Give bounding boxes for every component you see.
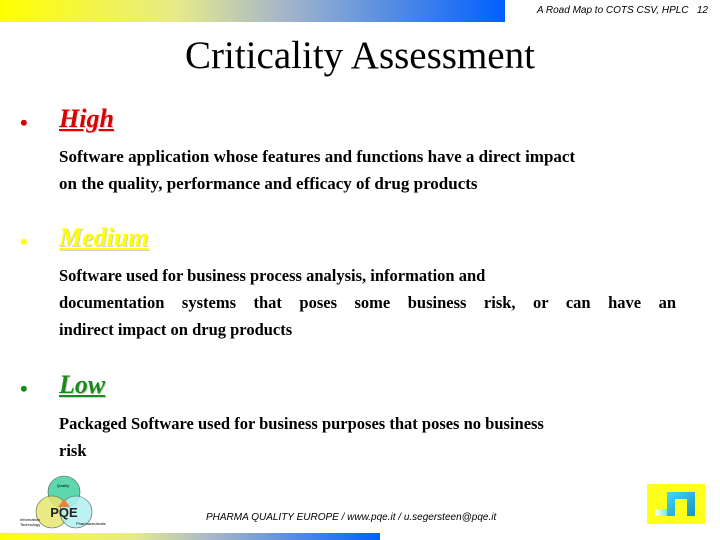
page-number: 12 (696, 5, 708, 16)
bottom-gradient-bar (0, 533, 380, 540)
venn-logo-icon: Quality PQE Information Technology Pharm… (20, 475, 106, 529)
brand-logo-icon (647, 484, 705, 524)
logo-label-pharma: Pharmaceuticals (76, 521, 106, 526)
bullet: • (20, 376, 28, 401)
footer-contact: PHARMA QUALITY EUROPE / www.pqe.it / u.s… (206, 512, 497, 523)
description-line: risk (59, 441, 87, 460)
bullet: • (20, 110, 28, 135)
description-high: Software application whose features and … (59, 143, 679, 197)
running-title: A Road Map to COTS CSV, HPLC (536, 5, 689, 16)
bullet: • (20, 229, 28, 254)
description-line: documentation systems that poses some bu… (59, 293, 676, 312)
description-line: Software application whose features and … (59, 147, 576, 166)
slide-title: Criticality Assessment (185, 34, 535, 77)
svg-text:Technology: Technology (20, 522, 40, 527)
pqe-logo: Quality PQE Information Technology Pharm… (14, 475, 124, 535)
top-gradient-bar (0, 0, 505, 22)
heading-medium: Medium (59, 223, 149, 252)
description-line: Packaged Software used for business purp… (59, 414, 544, 433)
heading-high: High (59, 104, 114, 133)
logo-label-quality: Quality (57, 483, 69, 488)
description-low: Packaged Software used for business purp… (59, 410, 679, 464)
heading-low: Low (59, 370, 106, 399)
description-line: indirect impact on drug products (59, 320, 293, 339)
running-header: A Road Map to COTS CSV, HPLC 12 (537, 5, 708, 16)
description-line: Software used for business process analy… (59, 266, 486, 285)
description-medium: Software used for business process analy… (59, 262, 679, 343)
description-line: on the quality, performance and efficacy… (59, 174, 478, 193)
brand-logo (647, 484, 705, 524)
logo-pqe-text: PQE (50, 505, 78, 520)
